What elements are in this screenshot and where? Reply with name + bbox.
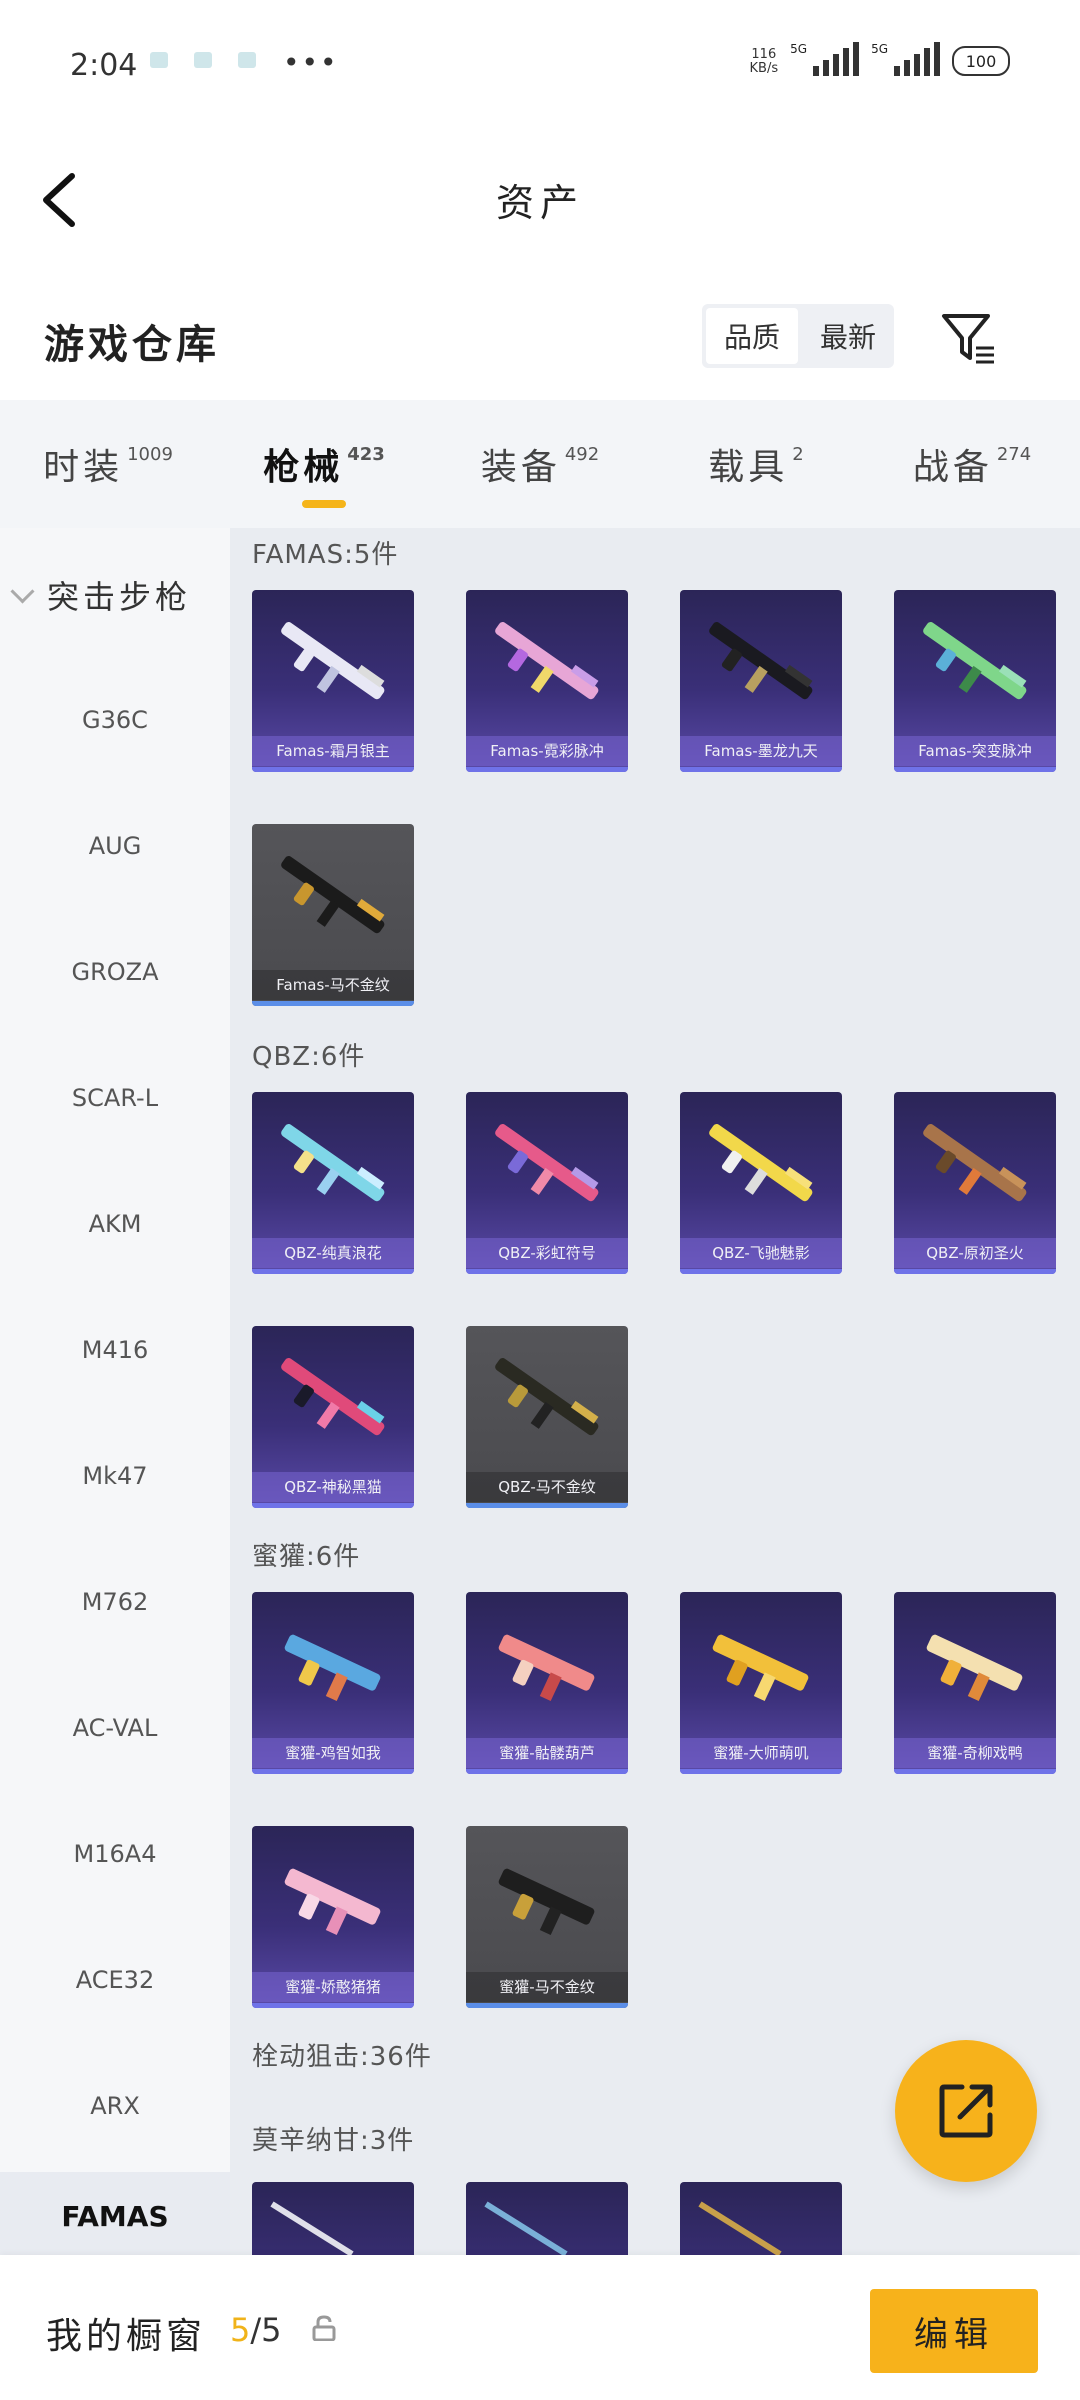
notification-icon <box>150 52 168 68</box>
sort-quality-button[interactable]: 品质 <box>706 308 798 364</box>
sidebar-item-m762[interactable]: M762 <box>0 1588 230 1616</box>
tab-vehicles[interactable]: 载具 2 <box>648 400 864 528</box>
chevron-down-icon <box>10 578 35 604</box>
page-title: 资产 <box>495 181 584 225</box>
rifle-icon <box>281 1124 385 1202</box>
rifle-icon <box>281 1358 385 1436</box>
tab-fashion[interactable]: 时装 1009 <box>0 400 216 528</box>
weapon-card[interactable]: Famas-马不金纹 <box>252 824 414 1006</box>
battery-icon: 100 <box>952 46 1010 76</box>
rifle-icon <box>709 1124 813 1202</box>
lock-icon <box>312 2315 336 2341</box>
rifle-icon <box>498 1634 595 1702</box>
status-right: 116 KB/s 5G 5G 100 <box>750 42 1010 76</box>
rifle-icon <box>923 622 1027 700</box>
weapon-grid: FAMAS:5件 Famas-霜月银主 Famas-霓彩脉冲 Famas-墨龙九… <box>230 528 1080 2255</box>
notification-icon <box>194 52 212 68</box>
rifle-icon <box>484 2201 568 2255</box>
showcase-bar: 我的橱窗 5/5 编辑 <box>0 2255 1080 2400</box>
weapon-card[interactable]: QBZ-纯真浪花 <box>252 1092 414 1274</box>
sidebar-item-arx[interactable]: ARX <box>0 2092 230 2120</box>
tab-firearms[interactable]: 枪械 423 <box>216 400 432 528</box>
weapon-card[interactable]: QBZ-原初圣火 <box>894 1092 1056 1274</box>
weapon-card[interactable] <box>252 2182 414 2255</box>
weapon-card[interactable]: 蜜獾-娇憨猪猪 <box>252 1826 414 2008</box>
weapon-card[interactable]: QBZ-马不金纹 <box>466 1326 628 1508</box>
sort-toggle: 品质 最新 <box>702 304 894 368</box>
rifle-icon <box>709 622 813 700</box>
rifle-icon <box>926 1634 1023 1702</box>
weapon-card[interactable]: Famas-霓彩脉冲 <box>466 590 628 772</box>
group-title-famas: FAMAS:5件 <box>252 540 399 570</box>
rifle-icon <box>284 1634 381 1702</box>
sidebar-item-g36c[interactable]: G36C <box>0 706 230 734</box>
sidebar-item-ac-val[interactable]: AC-VAL <box>0 1714 230 1742</box>
signal-icon <box>894 42 940 76</box>
filter-icon <box>942 314 994 364</box>
status-time: 2:04 <box>70 48 138 83</box>
sidebar-item-famas[interactable]: FAMAS <box>0 2172 230 2262</box>
sidebar-item-aug[interactable]: AUG <box>0 832 230 860</box>
sort-latest-button[interactable]: 最新 <box>802 304 894 368</box>
network-speed: 116 KB/s <box>749 47 779 76</box>
active-tab-indicator <box>302 500 346 508</box>
group-title-bolt-action: 栓动狙击:36件 <box>252 2042 432 2072</box>
network-type-label: 5G <box>871 42 888 56</box>
network-type-label: 5G <box>790 42 808 56</box>
weapon-card[interactable]: 蜜獾-骷髅葫芦 <box>466 1592 628 1774</box>
rifle-icon <box>281 856 385 934</box>
tab-equipment[interactable]: 装备 492 <box>432 400 648 528</box>
group-title-honey-badger: 蜜獾:6件 <box>252 1542 361 1572</box>
weapon-card[interactable]: 蜜獾-鸡智如我 <box>252 1592 414 1774</box>
rifle-icon <box>495 622 599 700</box>
weapon-card[interactable]: QBZ-彩虹符号 <box>466 1092 628 1274</box>
signal-icon <box>813 42 860 76</box>
category-tabs: 时装 1009 枪械 423 装备 492 载具 2 战备 274 <box>0 400 1080 528</box>
notification-icons <box>150 52 256 68</box>
top-bar: 资产 <box>0 130 1080 270</box>
sidebar-item-m416[interactable]: M416 <box>0 1336 230 1364</box>
showcase-count: 5/5 <box>230 2311 282 2349</box>
sidebar-item-scar-l[interactable]: SCAR-L <box>0 1084 230 1112</box>
rifle-icon <box>923 1124 1027 1202</box>
weapon-card[interactable]: 蜜獾-奇柳戏鸭 <box>894 1592 1056 1774</box>
notification-icon <box>238 52 256 68</box>
rifle-icon <box>270 2201 354 2255</box>
sidebar-item-m16a4[interactable]: M16A4 <box>0 1840 230 1868</box>
weapon-card[interactable] <box>466 2182 628 2255</box>
share-icon <box>939 2084 993 2138</box>
sidebar-item-mk47[interactable]: Mk47 <box>0 1462 230 1490</box>
weapon-card[interactable]: Famas-霜月银主 <box>252 590 414 772</box>
status-bar: 2:04 ••• 116 KB/s 5G 5G 100 <box>0 0 1080 130</box>
weapon-card[interactable]: QBZ-神秘黑猫 <box>252 1326 414 1508</box>
sidebar-item-akm[interactable]: AKM <box>0 1210 230 1238</box>
share-button[interactable] <box>895 2040 1037 2182</box>
weapon-card[interactable]: Famas-突变脉冲 <box>894 590 1056 772</box>
warehouse-title: 游戏仓库 <box>44 322 220 368</box>
sidebar-item-groza[interactable]: GROZA <box>0 958 230 986</box>
sidebar-category-assault-rifle[interactable]: 突击步枪 <box>10 572 191 618</box>
rifle-icon <box>498 1868 595 1936</box>
more-notifications-icon: ••• <box>283 46 339 79</box>
filter-button[interactable] <box>940 310 996 366</box>
weapon-card[interactable]: 蜜獾-马不金纹 <box>466 1826 628 2008</box>
warehouse-header: 游戏仓库 品质 最新 <box>0 280 1080 400</box>
rifle-icon <box>284 1868 381 1936</box>
weapon-card[interactable] <box>680 2182 842 2255</box>
group-title-qbz: QBZ:6件 <box>252 1042 366 1072</box>
weapon-card[interactable]: 蜜獾-大师萌叽 <box>680 1592 842 1774</box>
group-title-mosin: 莫辛纳甘:3件 <box>252 2126 415 2156</box>
weapon-card[interactable]: Famas-墨龙九天 <box>680 590 842 772</box>
rifle-icon <box>712 1634 809 1702</box>
showcase-label: 我的橱窗 <box>46 2316 207 2357</box>
rifle-icon <box>698 2201 782 2255</box>
tab-gear[interactable]: 战备 274 <box>864 400 1080 528</box>
sidebar-item-ace32[interactable]: ACE32 <box>0 1966 230 1994</box>
rifle-icon <box>495 1358 599 1436</box>
rifle-icon <box>281 622 385 700</box>
edit-button[interactable]: 编辑 <box>870 2289 1038 2373</box>
weapon-card[interactable]: QBZ-飞驰魅影 <box>680 1092 842 1274</box>
weapon-sidebar: 突击步枪 G36C AUG GROZA SCAR-L AKM M416 Mk47… <box>0 528 230 2262</box>
rifle-icon <box>495 1124 599 1202</box>
